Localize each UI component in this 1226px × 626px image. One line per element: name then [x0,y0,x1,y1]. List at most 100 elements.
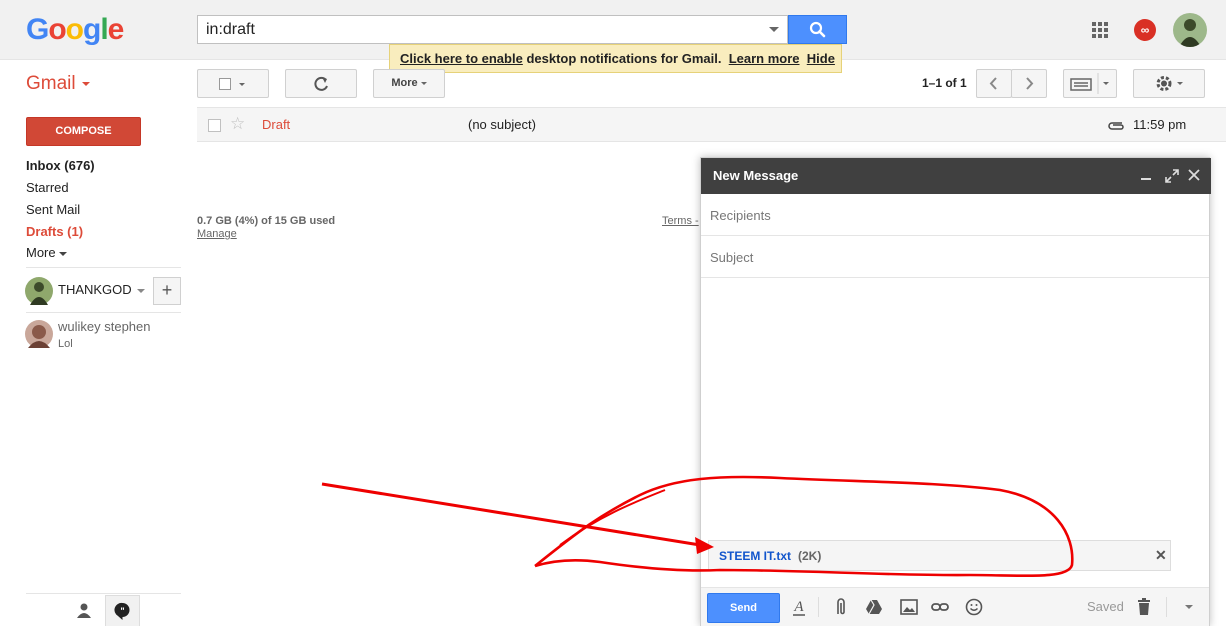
close-icon[interactable] [1188,169,1200,181]
person-icon[interactable] [76,602,92,618]
divider [26,593,181,594]
divider [26,267,181,268]
table-row[interactable]: ☆ Draft (no subject) 11:59 pm [197,108,1226,142]
pagination-count: 1–1 of 1 [922,76,967,90]
send-button[interactable]: Send [707,593,780,623]
sidebar-item-inbox[interactable]: Inbox (676) [26,158,95,173]
settings-button[interactable] [1133,69,1205,98]
keyboard-icon [1070,73,1109,94]
annotation-loop [559,489,666,546]
hangouts-user-avatar[interactable] [25,277,53,305]
contact-name[interactable]: wulikey stephen [58,319,151,334]
hangouts-tab[interactable]: " [105,595,140,626]
search-icon [809,21,826,38]
hangouts-quote-icon: " [114,602,130,620]
recipients-input[interactable] [710,205,1200,225]
search-options-chevron-icon[interactable] [769,27,779,32]
remove-attachment-icon[interactable]: ✕ [1155,547,1167,564]
more-options-chevron-icon[interactable] [1185,605,1193,609]
attachment-clip-icon [1108,122,1124,130]
enable-notifications-link[interactable]: Click here to enable [400,51,523,66]
logo-letter: e [107,13,125,46]
divider [1166,597,1167,617]
refresh-icon [314,76,328,91]
input-tools-button[interactable] [1063,69,1117,98]
gmail-menu-label[interactable]: Gmail [26,73,76,95]
chevron-down-icon [239,83,245,86]
sidebar-item-sent-mail[interactable]: Sent Mail [26,202,80,217]
notification-bar: Click here to enable desktop notificatio… [389,44,842,73]
select-checkbox-button[interactable] [197,69,269,98]
divider [818,597,819,617]
svg-text:A: A [793,599,804,615]
contact-last-message: Lol [58,338,73,350]
row-subject: (no subject) [468,117,536,132]
search-input[interactable] [198,16,758,43]
hangouts-user-name[interactable]: THANKGOD [58,282,132,297]
divider [26,312,181,313]
star-icon[interactable]: ☆ [230,114,245,134]
saved-status: Saved [1087,599,1124,614]
user-silhouette-icon [1179,19,1201,47]
attachment-chip[interactable]: STEEM IT.txt (2K) ✕ [708,540,1171,571]
terms-link[interactable]: Terms - [662,215,699,227]
refresh-button[interactable] [285,69,357,98]
new-conversation-button[interactable]: + [153,277,181,305]
google-logo[interactable]: Google [26,13,125,46]
search-box[interactable] [197,15,788,44]
compose-header[interactable]: New Message [701,158,1211,194]
minimize-icon[interactable] [1141,178,1151,180]
user-silhouette-icon [30,282,48,305]
gear-icon [1156,76,1183,91]
chevron-right-icon [1026,77,1034,90]
row-sender: Draft [262,117,291,132]
compose-footer: Send A Saved [701,587,1209,626]
account-avatar[interactable] [1173,13,1207,47]
logo-letter: o [65,13,84,46]
emoji-icon[interactable] [965,597,983,617]
subject-input[interactable] [710,247,1200,267]
attachment-name[interactable]: STEEM IT.txt [719,549,791,563]
chevron-down-icon [420,81,427,85]
older-button[interactable] [1011,69,1047,98]
gmail-menu-caret-icon[interactable] [82,82,90,86]
insert-link-icon[interactable] [931,597,949,617]
google-drive-icon[interactable] [865,597,883,617]
chevron-left-icon [989,77,997,90]
sidebar-item-more-label: More [26,245,56,260]
search-button[interactable] [788,15,847,44]
checkbox-icon [219,78,231,90]
hide-link[interactable]: Hide [807,51,835,66]
more-actions-button[interactable]: More [373,69,445,98]
contact-avatar[interactable] [25,320,53,348]
newer-button[interactable] [976,69,1012,98]
message-body[interactable] [701,278,1209,540]
svg-text:": " [120,606,124,616]
notification-text: desktop notifications for Gmail. [522,51,722,66]
row-checkbox[interactable] [208,119,221,132]
annotation-arrow-line [321,482,701,547]
compose-window: New Message STEEM IT.txt (2K) ✕ Send A [700,157,1211,626]
manage-storage-link[interactable]: Manage [197,228,237,240]
insert-photo-icon[interactable] [900,597,918,617]
compose-button[interactable]: COMPOSE [26,117,141,146]
attach-files-icon[interactable] [832,597,850,617]
expand-icon[interactable] [1165,169,1179,183]
sidebar-item-more[interactable]: More [26,245,68,260]
learn-more-link[interactable]: Learn more [729,51,800,66]
hangouts-status-caret-icon[interactable] [137,289,145,293]
apps-grid-icon[interactable] [1092,22,1108,38]
sidebar-item-starred[interactable]: Starred [26,180,69,195]
attachment-size: (2K) [798,549,822,563]
logo-letter: o [48,13,66,46]
subject-row [701,236,1209,278]
more-actions-label: More [391,77,418,89]
formatting-options-icon[interactable]: A [790,597,808,617]
logo-letter: g [83,13,101,46]
chevron-down-icon [59,251,68,256]
storage-usage: 0.7 GB (4%) of 15 GB used [197,215,336,227]
discard-draft-trash-icon[interactable] [1135,597,1153,617]
logo-letter: l [100,13,108,46]
notifications-badge-icon[interactable]: ∞ [1134,19,1156,41]
sidebar-item-drafts[interactable]: Drafts (1) [26,224,83,239]
